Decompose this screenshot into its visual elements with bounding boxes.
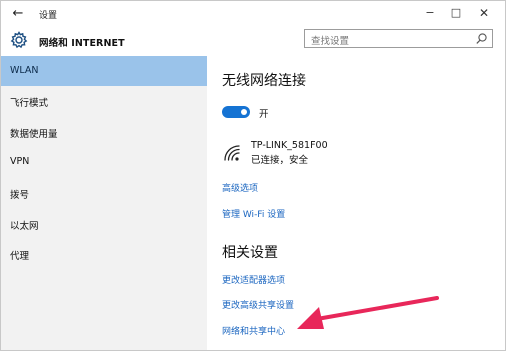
back-arrow-icon[interactable]: ← [9, 5, 27, 23]
close-button[interactable]: ✕ [473, 4, 495, 22]
toggle-state-label: 开 [259, 109, 269, 120]
title-bar: ← 设置 − □ ✕ [1, 1, 505, 27]
wifi-toggle[interactable] [222, 106, 250, 118]
change-adapter-options-link[interactable]: 更改适配器选项 [222, 273, 285, 286]
change-advanced-sharing-link[interactable]: 更改高级共享设置 [222, 298, 294, 311]
search-input[interactable]: 查找设置 [304, 29, 493, 48]
sidebar-item-vpn[interactable]: VPN [1, 147, 207, 177]
maximize-button[interactable]: □ [445, 4, 467, 22]
toggle-knob [241, 109, 247, 115]
sidebar-item-data-usage[interactable]: 数据使用量 [1, 117, 207, 147]
sidebar-item-label: VPN [10, 156, 30, 167]
window-title: 设置 [39, 11, 58, 21]
page-title: 网络和 INTERNET [39, 38, 125, 49]
sidebar: WLAN 飞行模式 数据使用量 VPN 拨号 以太网 代理 [1, 56, 207, 350]
sidebar-item-label: 飞行模式 [10, 98, 49, 109]
settings-window: ← 设置 − □ ✕ 网络和 INTERNET 查找设置 WLAN 飞行模式 数… [0, 0, 506, 351]
sidebar-item-label: WLAN [10, 65, 39, 76]
sidebar-item-ethernet[interactable]: 以太网 [1, 209, 207, 239]
sidebar-item-airplane-mode[interactable]: 飞行模式 [1, 86, 207, 116]
network-sharing-center-link[interactable]: 网络和共享中心 [222, 324, 285, 337]
search-icon[interactable] [475, 32, 488, 45]
sidebar-item-label: 代理 [10, 251, 30, 262]
manage-wifi-settings-link[interactable]: 管理 Wi-Fi 设置 [222, 207, 285, 220]
sidebar-item-label: 以太网 [10, 221, 39, 232]
page-header: 网络和 INTERNET 查找设置 [1, 27, 505, 55]
wifi-signal-icon[interactable] [223, 144, 243, 162]
sidebar-item-dial-up[interactable]: 拨号 [1, 178, 207, 208]
sidebar-item-wlan[interactable]: WLAN [1, 56, 207, 86]
search-placeholder: 查找设置 [311, 36, 350, 47]
minimize-button[interactable]: − [419, 4, 441, 22]
gear-icon [10, 31, 28, 49]
advanced-options-link[interactable]: 高级选项 [222, 181, 258, 194]
network-name[interactable]: TP-LINK_581F00 [251, 140, 328, 151]
sidebar-item-label: 拨号 [10, 190, 30, 201]
sidebar-item-label: 数据使用量 [10, 129, 58, 140]
network-status: 已连接，安全 [251, 155, 309, 166]
sidebar-item-proxy[interactable]: 代理 [1, 239, 207, 269]
related-settings-title: 相关设置 [222, 245, 278, 261]
wireless-section-title: 无线网络连接 [222, 73, 306, 89]
main-content: 无线网络连接 开 TP-LINK_581F00 已连接，安全 高级选项 管理 W… [207, 56, 505, 350]
